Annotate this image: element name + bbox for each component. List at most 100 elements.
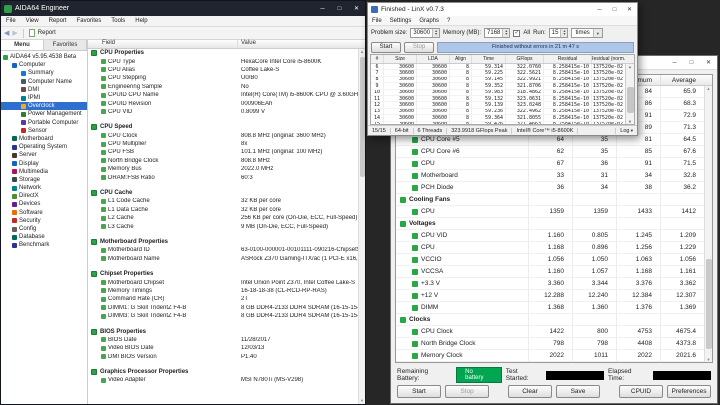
field-row[interactable]: Command Rate (CR) 2T — [88, 295, 358, 303]
section-header-row[interactable]: Motherboard Properties — [88, 238, 358, 246]
field-row[interactable]: CPU Clock 808.8 MHz (original: 3600 MHz) — [88, 132, 358, 140]
main-scrollbar[interactable]: ▲ ▼ — [358, 49, 365, 404]
close-icon[interactable]: ✕ — [700, 56, 717, 69]
sidebar-item-multimedia[interactable]: Multimedia — [1, 168, 87, 176]
linx-column-time[interactable]: Time — [471, 55, 505, 63]
stop-button[interactable]: Stop — [404, 41, 434, 53]
all-memory-checkbox[interactable]: ✓ — [513, 29, 521, 37]
sensor-item-pch-diode[interactable]: PCH Diode 36 34 38 36.2 — [396, 182, 704, 194]
sidebar-item-summary[interactable]: Summary — [1, 69, 87, 77]
scroll-thumb[interactable] — [359, 57, 365, 177]
field-row[interactable]: DIMM3: G Skill TridentZ F4-B 8 GB DDR4-21… — [88, 312, 358, 320]
menu-view[interactable]: View — [21, 18, 44, 24]
menu-help[interactable]: Help — [130, 18, 152, 24]
linx-column-align[interactable]: Align — [449, 55, 471, 63]
field-row[interactable]: CPUID Revision 000906EAh — [88, 99, 358, 107]
sensor-group-voltages[interactable]: Voltages — [396, 218, 704, 230]
field-row[interactable]: DRAM:FSB Ratio 60:3 — [88, 173, 358, 181]
run-unit-dropdown[interactable]: times ▼ — [571, 28, 603, 38]
sensor-item-cpu-vid[interactable]: CPU VID 1.160 0.805 1.245 1.209 — [396, 230, 704, 242]
linx-column-residual-norm[interactable]: Residual (norm.) — [591, 55, 625, 63]
section-header-row[interactable]: CPU Cache — [88, 189, 358, 197]
linx-column-residual[interactable]: Residual — [543, 55, 591, 63]
linx-column-gflops[interactable]: GFlops — [505, 55, 543, 63]
section-header-row[interactable]: BIOS Properties — [88, 327, 358, 335]
memory-value[interactable]: 7168 — [485, 30, 502, 36]
field-row[interactable]: L3 Cache 9 MB (On-Die, ECC, Full-Speed) — [88, 222, 358, 230]
sidebar-item-benchmark[interactable]: Benchmark — [1, 241, 87, 249]
sidebar-item-motherboard[interactable]: Motherboard — [1, 135, 87, 143]
back-icon[interactable]: ◀ — [4, 29, 9, 37]
problem-size-value[interactable]: 30600 — [411, 30, 432, 36]
spinner-arrows-icon[interactable]: ▲ ▼ — [432, 29, 440, 37]
run-count-value[interactable]: 15 — [550, 30, 561, 36]
sidebar-item-directx[interactable]: DirectX — [1, 192, 87, 200]
sensor-group-cooling-fans[interactable]: Cooling Fans — [396, 194, 704, 206]
stop-button[interactable]: Stop — [445, 384, 489, 398]
sensor-item-cpu-core-6[interactable]: CPU Core #6 62 35 85 67.6 — [396, 146, 704, 158]
sensor-item-3-3-v[interactable]: +3.3 V 3.360 3.344 3.376 3.362 — [396, 278, 704, 290]
report-button[interactable]: Report — [38, 30, 56, 36]
field-row[interactable]: Memory Timings 16-18-18-38 (CL-RCD-RP-RAS… — [88, 287, 358, 295]
scroll-up-icon[interactable]: ▲ — [707, 86, 711, 91]
sensor-item-cpu[interactable]: CPU 67 36 91 71.5 — [396, 158, 704, 170]
field-row[interactable]: DIMM1: G Skill TridentZ F4-B 8 GB DDR4-21… — [88, 304, 358, 312]
cpuid-button[interactable]: CPUID — [619, 384, 663, 398]
sensor-item-vccsa[interactable]: VCCSA 1.160 1.057 1.168 1.161 — [396, 266, 704, 278]
field-row[interactable]: DMI BIOS Version P1.40 — [88, 353, 358, 361]
run-count-spinner[interactable]: 15 ▲ ▼ — [548, 28, 569, 38]
linx-column-lda[interactable]: LDA — [416, 55, 449, 63]
field-row[interactable]: CPU FSB 101.1 MHz (original: 100 MHz) — [88, 148, 358, 156]
section-header-row[interactable]: CPU Speed — [88, 123, 358, 131]
section-header-row[interactable]: Graphics Processor Properties — [88, 368, 358, 376]
sidebar-item-server[interactable]: Server — [1, 151, 87, 159]
scroll-down-icon[interactable]: ▼ — [707, 357, 711, 362]
field-row[interactable]: L2 Cache 256 KB per core (On-Die, ECC, Fu… — [88, 214, 358, 222]
sidebar-tab-favorites[interactable]: Favorites — [44, 40, 87, 50]
scroll-thumb[interactable] — [626, 87, 634, 113]
sensor-item-vccio[interactable]: VCCIO 1.056 1.050 1.063 1.056 — [396, 254, 704, 266]
sensor-group-clocks[interactable]: Clocks — [396, 314, 704, 326]
sidebar-item-computer-name[interactable]: Computer Name — [1, 78, 87, 86]
field-row[interactable]: CPU Alias Coffee Lake-S — [88, 66, 358, 74]
menu-report[interactable]: Report — [44, 18, 72, 24]
field-row[interactable]: Motherboard Name ASRock Z370 Gaming-ITX/a… — [88, 255, 358, 263]
sidebar-item-ipmi[interactable]: IPMI — [1, 94, 87, 102]
field-row[interactable]: Memory Bus 2022.0 MHz — [88, 165, 358, 173]
maximize-icon[interactable]: □ — [683, 56, 700, 69]
preferences-button[interactable]: Preferences — [667, 384, 711, 398]
sensor-column-average[interactable]: Average — [660, 75, 704, 85]
sidebar-tab-menu[interactable]: Menu — [1, 40, 44, 50]
spinner-arrows-icon[interactable]: ▲ ▼ — [502, 29, 510, 37]
field-row[interactable]: CPU Type HexaCore Intel Core i5-8600K — [88, 57, 358, 65]
field-column-header[interactable]: Field — [88, 40, 238, 48]
field-row[interactable]: CPU VID 0.8099 V — [88, 108, 358, 116]
sensor-item-cpu[interactable]: CPU 1359 1359 1433 1412 — [396, 206, 704, 218]
minimize-icon[interactable]: ─ — [314, 1, 331, 16]
spinner-arrows-icon[interactable]: ▲ ▼ — [560, 29, 568, 37]
scroll-down-icon[interactable]: ▼ — [360, 398, 364, 404]
sidebar-item-operating-system[interactable]: Operating System — [1, 143, 87, 151]
menu-settings[interactable]: Settings — [386, 18, 416, 24]
sidebar-item-computer[interactable]: Computer — [1, 61, 87, 69]
sidebar-item-devices[interactable]: Devices — [1, 200, 87, 208]
start-button[interactable]: Start — [371, 41, 401, 53]
sidebar-item-storage[interactable]: Storage — [1, 176, 87, 184]
sidebar-item-network[interactable]: Network — [1, 184, 87, 192]
linx-scrollbar[interactable]: ▲ ▼ — [625, 64, 634, 124]
sidebar-item-dmi[interactable]: DMI — [1, 86, 87, 94]
field-row[interactable]: Motherboard Chipset Intel Union Point Z37… — [88, 278, 358, 286]
sidebar-item-database[interactable]: Database — [1, 233, 87, 241]
field-row[interactable]: L1 Code Cache 32 KB per core — [88, 197, 358, 205]
maximize-icon[interactable]: □ — [331, 1, 348, 16]
sensor-item-north-bridge-clock[interactable]: North Bridge Clock 798 798 4408 4373.8 — [396, 338, 704, 350]
sidebar-item-software[interactable]: Software — [1, 209, 87, 217]
menu-file[interactable]: File — [1, 18, 21, 24]
problem-size-spinner[interactable]: 30600 ▲ ▼ — [410, 28, 441, 38]
clear-button[interactable]: Clear — [508, 384, 552, 398]
memory-spinner[interactable]: 7168 ▲ ▼ — [484, 28, 511, 38]
sensor-item-cpu-clock[interactable]: CPU Clock 1422 800 4753 4675.4 — [396, 326, 704, 338]
field-row[interactable]: L1 Data Cache 32 KB per core — [88, 206, 358, 214]
menu-favorites[interactable]: Favorites — [72, 18, 107, 24]
sidebar-item-portable-computer[interactable]: Portable Computer — [1, 119, 87, 127]
